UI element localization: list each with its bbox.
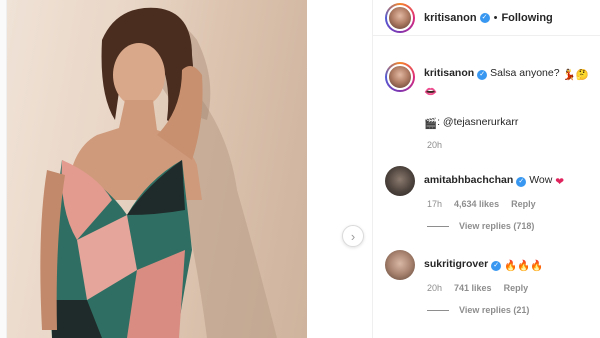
commenter-avatar[interactable] — [385, 250, 415, 280]
comment-likes[interactable]: 4,634 likes — [454, 199, 499, 209]
post-photo[interactable] — [7, 0, 307, 338]
view-replies-button[interactable]: View replies (21) — [427, 305, 597, 315]
caption-time[interactable]: 20h — [427, 140, 442, 150]
lips-icon: 👄 — [424, 86, 438, 98]
post-header: kritisanon ✓ • Following — [373, 0, 600, 36]
caption-username[interactable]: kritisanon — [424, 67, 474, 79]
caption-avatar[interactable] — [385, 62, 415, 92]
comment-item: sukritigrover ✓ 🔥🔥🔥 20h 741 likes Reply V… — [385, 250, 597, 315]
reply-button[interactable]: Reply — [504, 283, 529, 293]
comment-time[interactable]: 20h — [427, 283, 442, 293]
verified-badge-icon: ✓ — [479, 12, 490, 23]
author-username[interactable]: kritisanon — [424, 12, 477, 24]
next-photo-button[interactable]: › — [342, 225, 364, 247]
verified-badge-icon: ✓ — [491, 261, 502, 271]
comment-text: Wow — [529, 174, 553, 186]
reply-button[interactable]: Reply — [511, 199, 536, 209]
caption: kritisanon ✓ Salsa anyone? 💃🤔 👄 🎬: @tejas… — [385, 62, 597, 150]
post-photo-illustration — [40, 7, 277, 338]
separator: • — [493, 11, 498, 24]
view-replies-label: View replies (21) — [459, 305, 530, 315]
credit-handle[interactable]: @tejasnerurkarr — [443, 116, 518, 128]
comment-username[interactable]: sukritigrover — [424, 258, 488, 270]
red-heart-icon: ❤ — [555, 176, 565, 188]
clapper-board-icon: 🎬 — [424, 118, 438, 130]
comment-likes[interactable]: 741 likes — [454, 283, 492, 293]
view-replies-label: View replies (718) — [459, 221, 535, 231]
thinking-face-icon: 🤔 — [575, 69, 589, 81]
following-button[interactable]: Following — [501, 12, 552, 24]
commenter-avatar[interactable] — [385, 166, 415, 196]
view-replies-button[interactable]: View replies (718) — [427, 221, 597, 231]
chevron-right-icon: › — [350, 228, 356, 244]
comment-username[interactable]: amitabhbachchan — [424, 174, 513, 186]
verified-badge-icon: ✓ — [516, 177, 527, 187]
comment-time[interactable]: 17h — [427, 199, 442, 209]
post-details-panel: kritisanon ✓ • Following kritisanon ✓ Sal… — [372, 0, 600, 338]
verified-badge-icon: ✓ — [477, 70, 488, 80]
author-avatar[interactable] — [385, 2, 415, 33]
dancer-icon: 💃 — [562, 69, 576, 81]
replies-divider — [427, 225, 449, 227]
replies-divider — [427, 309, 449, 311]
left-margin — [0, 0, 7, 338]
fire-icon: 🔥🔥🔥 — [504, 260, 544, 272]
comment-item: amitabhbachchan ✓ Wow ❤ 17h 4,634 likes R… — [385, 166, 597, 231]
caption-text: Salsa anyone? — [490, 67, 560, 79]
